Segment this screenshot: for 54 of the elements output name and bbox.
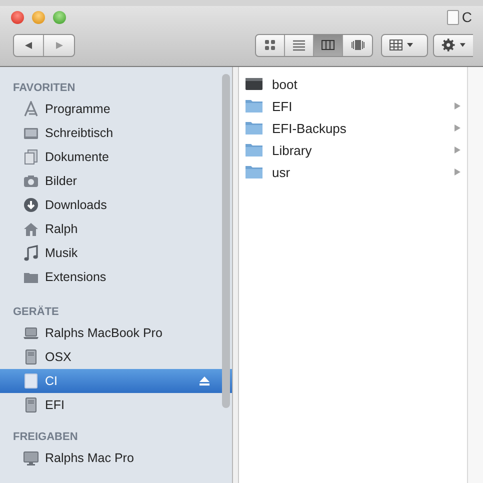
apps-icon [23, 101, 39, 117]
folder-icon [245, 99, 263, 113]
sidebar-item[interactable]: OSX [0, 345, 232, 369]
cover-flow-icon [350, 39, 364, 51]
sidebar-item[interactable]: Dokumente [0, 145, 232, 169]
music-note-icon [23, 245, 39, 261]
list-view-icon [292, 39, 306, 51]
sidebar-item[interactable]: Schreibtisch [0, 121, 232, 145]
laptop-icon [23, 325, 39, 341]
sidebar-item[interactable]: Ralphs MacBook Pro [0, 321, 232, 345]
column-view-icon [321, 39, 335, 51]
sidebar-item[interactable]: Extensions [0, 265, 232, 289]
file-icon [245, 77, 263, 91]
file-row[interactable]: Library [239, 139, 467, 161]
forward-arrow-icon [54, 40, 64, 50]
sidebar-item[interactable]: Downloads [0, 193, 232, 217]
file-row[interactable]: boot [239, 73, 467, 95]
file-row[interactable]: usr [239, 161, 467, 183]
section-heading: GERÄTE [12, 304, 60, 320]
sidebar-item[interactable]: EFI [0, 393, 232, 417]
monitor-icon [23, 450, 39, 466]
house-icon [23, 221, 39, 237]
icon-view-icon [263, 39, 277, 51]
sidebar-item[interactable]: Ralph [0, 217, 232, 241]
caret-icon [406, 42, 414, 48]
folder-icon [245, 165, 263, 179]
download-icon [23, 197, 39, 213]
eject-icon[interactable] [199, 376, 210, 386]
section-heading: FREIGABEN [12, 430, 79, 445]
folder-icon [245, 143, 263, 157]
desktop-icon [23, 125, 39, 141]
sidebar-item[interactable]: Musik [0, 241, 232, 265]
grid-icon [389, 39, 403, 51]
gear-icon [441, 37, 456, 53]
arrange-button[interactable] [381, 34, 428, 56]
sidebar-item[interactable]: CI [0, 369, 232, 393]
back-arrow-icon [24, 40, 33, 50]
file-row[interactable]: EFI [239, 95, 467, 117]
action-button[interactable] [433, 34, 473, 56]
sidebar-item[interactable]: Bilder [0, 169, 232, 193]
sidebar-item[interactable]: Programme [0, 97, 232, 121]
close-button[interactable] [11, 10, 24, 24]
section-heading: FAVORITEN [12, 81, 76, 96]
scrollbar[interactable] [222, 74, 230, 408]
document-icon [23, 149, 39, 165]
sidebar-item[interactable]: Ralphs Mac Pro [0, 446, 232, 470]
view-mode-control[interactable] [255, 34, 373, 56]
camera-icon [23, 173, 39, 189]
caret-icon [458, 42, 466, 48]
folder-icon [245, 121, 263, 135]
file-row[interactable]: EFI-Backups [239, 117, 467, 139]
volume-icon [446, 10, 459, 24]
window-title: C [462, 9, 472, 25]
view-mode-button[interactable] [314, 34, 343, 56]
